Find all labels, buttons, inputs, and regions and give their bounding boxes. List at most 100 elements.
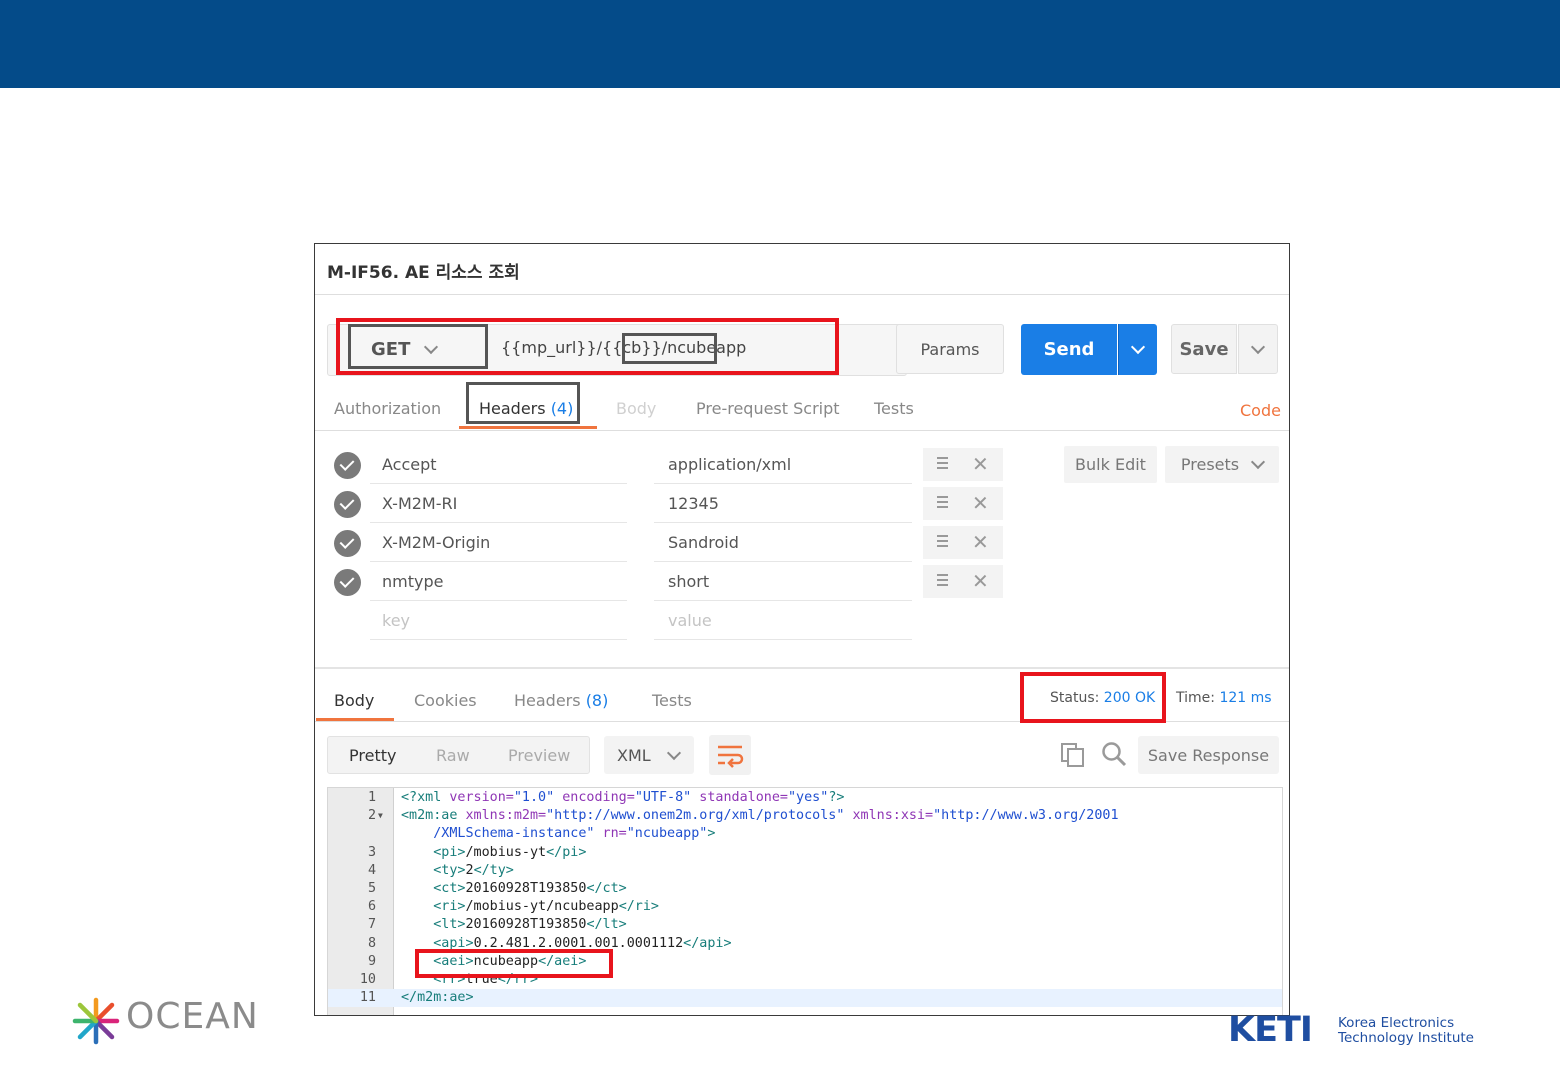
divider bbox=[315, 294, 1289, 295]
response-headers-count: (8) bbox=[585, 691, 609, 710]
view-preview-button[interactable]: Preview bbox=[508, 746, 570, 765]
header-value[interactable]: Sandroid bbox=[668, 533, 739, 552]
view-mode-toggle: Pretty Raw Preview bbox=[327, 736, 590, 774]
code-line: 4 <ty>2</ty> bbox=[328, 862, 1282, 880]
code-text: /XMLSchema-instance" rn="ncubeapp"> bbox=[401, 826, 716, 842]
header-row: X-M2M-RI 12345 ✕ bbox=[315, 484, 1289, 523]
format-dropdown[interactable]: XML bbox=[604, 736, 694, 774]
params-button[interactable]: Params bbox=[896, 324, 1004, 374]
tab-pre-request-script[interactable]: Pre-request Script bbox=[696, 399, 840, 418]
code-line: 5 <ct>20160928T193850</ct> bbox=[328, 880, 1282, 898]
delete-icon[interactable]: ✕ bbox=[972, 492, 989, 514]
drag-handle-icon[interactable] bbox=[937, 496, 948, 510]
new-value-input[interactable]: value bbox=[668, 611, 712, 630]
bulk-edit-button[interactable]: Bulk Edit bbox=[1064, 446, 1157, 483]
time-label: Time: bbox=[1176, 690, 1215, 706]
save-response-button[interactable]: Save Response bbox=[1138, 736, 1279, 774]
checkbox-checked-icon[interactable] bbox=[334, 452, 361, 479]
drag-handle-icon[interactable] bbox=[937, 535, 948, 549]
tab-authorization[interactable]: Authorization bbox=[334, 399, 441, 418]
code-line: 6 <ri>/mobius-yt/ncubeapp</ri> bbox=[328, 898, 1282, 916]
chevron-down-icon bbox=[666, 745, 681, 760]
code-text: <ri>/mobius-yt/ncubeapp</ri> bbox=[401, 899, 659, 915]
drag-handle-icon[interactable] bbox=[937, 574, 948, 588]
time-indicator: Time: 121 ms bbox=[1176, 690, 1272, 706]
chevron-down-icon bbox=[1250, 339, 1266, 354]
save-button[interactable]: Save bbox=[1171, 324, 1237, 374]
fold-arrow-icon[interactable]: ▼ bbox=[378, 807, 383, 825]
code-text: <ty>2</ty> bbox=[401, 862, 514, 878]
header-row: nmtype short ✕ bbox=[315, 562, 1289, 601]
line-number: 2 bbox=[367, 808, 376, 824]
code-line: 3 <pi>/mobius-yt</pi> bbox=[328, 844, 1282, 862]
highlight-headers-tab bbox=[466, 382, 580, 424]
view-raw-button[interactable]: Raw bbox=[436, 746, 470, 765]
line-number: 6 bbox=[367, 899, 376, 915]
send-dropdown-button[interactable] bbox=[1118, 324, 1157, 375]
save-dropdown-button[interactable] bbox=[1238, 324, 1278, 374]
presets-label: Presets bbox=[1180, 455, 1240, 474]
header-value[interactable]: short bbox=[668, 572, 709, 591]
keti-name-line2: Technology Institute bbox=[1338, 1030, 1474, 1046]
wrap-lines-button[interactable] bbox=[709, 735, 751, 775]
response-tab-headers[interactable]: Headers (8) bbox=[514, 691, 608, 710]
ocean-logo-text: OCEAN bbox=[126, 996, 259, 1037]
time-value: 121 ms bbox=[1219, 690, 1272, 706]
response-headers-label: Headers bbox=[514, 691, 581, 710]
send-button[interactable]: Send bbox=[1021, 324, 1117, 375]
header-value[interactable]: application/xml bbox=[668, 455, 791, 474]
code-line: 1 <?xml version="1.0" encoding="UTF-8" st… bbox=[328, 789, 1282, 807]
format-label: XML bbox=[617, 745, 651, 765]
delete-icon[interactable]: ✕ bbox=[972, 531, 989, 553]
line-number: 7 bbox=[367, 917, 376, 933]
checkbox-checked-icon[interactable] bbox=[334, 569, 361, 596]
header-key[interactable]: nmtype bbox=[382, 572, 443, 591]
delete-icon[interactable]: ✕ bbox=[972, 570, 989, 592]
request-title: M-IF56. AE 리소스 조회 bbox=[327, 263, 520, 283]
drag-handle-icon[interactable] bbox=[937, 457, 948, 471]
slide-header-bar bbox=[0, 0, 1560, 88]
view-pretty-button[interactable]: Pretty bbox=[349, 746, 396, 765]
line-number: 10 bbox=[359, 972, 376, 987]
code-text: <m2m:ae xmlns:m2m="http://www.onem2m.org… bbox=[401, 808, 1119, 824]
header-key[interactable]: X-M2M-Origin bbox=[382, 533, 490, 552]
code-text: <ct>20160928T193850</ct> bbox=[401, 881, 627, 896]
tab-body[interactable]: Body bbox=[616, 399, 656, 418]
tab-tests[interactable]: Tests bbox=[874, 399, 914, 418]
keti-name-line1: Korea Electronics bbox=[1338, 1015, 1455, 1031]
code-line: /XMLSchema-instance" rn="ncubeapp"> bbox=[328, 825, 1282, 843]
code-text: <lt>20160928T193850</lt> bbox=[401, 917, 627, 933]
wrap-lines-icon bbox=[718, 745, 744, 768]
new-key-input[interactable]: key bbox=[382, 611, 410, 630]
delete-icon[interactable]: ✕ bbox=[972, 453, 989, 475]
code-line: 11 </m2m:ae> bbox=[328, 989, 1282, 1008]
ocean-logo-icon bbox=[72, 997, 120, 1045]
pane-splitter[interactable] bbox=[315, 667, 1289, 669]
highlight-url-suffix bbox=[622, 333, 717, 364]
line-number: 11 bbox=[359, 990, 376, 1006]
checkbox-checked-icon[interactable] bbox=[334, 491, 361, 518]
header-row: X-M2M-Origin Sandroid ✕ bbox=[315, 523, 1289, 562]
response-tab-body[interactable]: Body bbox=[334, 691, 374, 710]
highlight-method bbox=[348, 324, 488, 369]
response-code-editor[interactable]: 1 <?xml version="1.0" encoding="UTF-8" st… bbox=[327, 787, 1283, 1015]
search-icon[interactable] bbox=[1101, 741, 1127, 767]
response-tab-tests[interactable]: Tests bbox=[652, 691, 692, 710]
line-number: 4 bbox=[367, 862, 376, 878]
header-value[interactable]: 12345 bbox=[668, 494, 719, 513]
divider bbox=[654, 639, 912, 640]
chevron-down-icon bbox=[1251, 454, 1266, 470]
checkbox-checked-icon[interactable] bbox=[334, 530, 361, 557]
code-text: <?xml version="1.0" encoding="UTF-8" sta… bbox=[401, 790, 845, 805]
code-text: <pi>/mobius-yt</pi> bbox=[401, 844, 587, 860]
response-tab-cookies[interactable]: Cookies bbox=[414, 691, 477, 710]
header-key[interactable]: X-M2M-RI bbox=[382, 494, 457, 513]
chevron-down-icon bbox=[1130, 339, 1146, 355]
header-key[interactable]: Accept bbox=[382, 455, 437, 474]
code-link[interactable]: Code bbox=[1240, 401, 1281, 420]
line-number: 8 bbox=[367, 935, 376, 951]
new-header-row: key value bbox=[315, 601, 1289, 640]
row-actions: ✕ bbox=[923, 487, 1003, 520]
presets-dropdown[interactable]: Presets bbox=[1165, 446, 1279, 483]
copy-icon[interactable] bbox=[1061, 743, 1085, 767]
